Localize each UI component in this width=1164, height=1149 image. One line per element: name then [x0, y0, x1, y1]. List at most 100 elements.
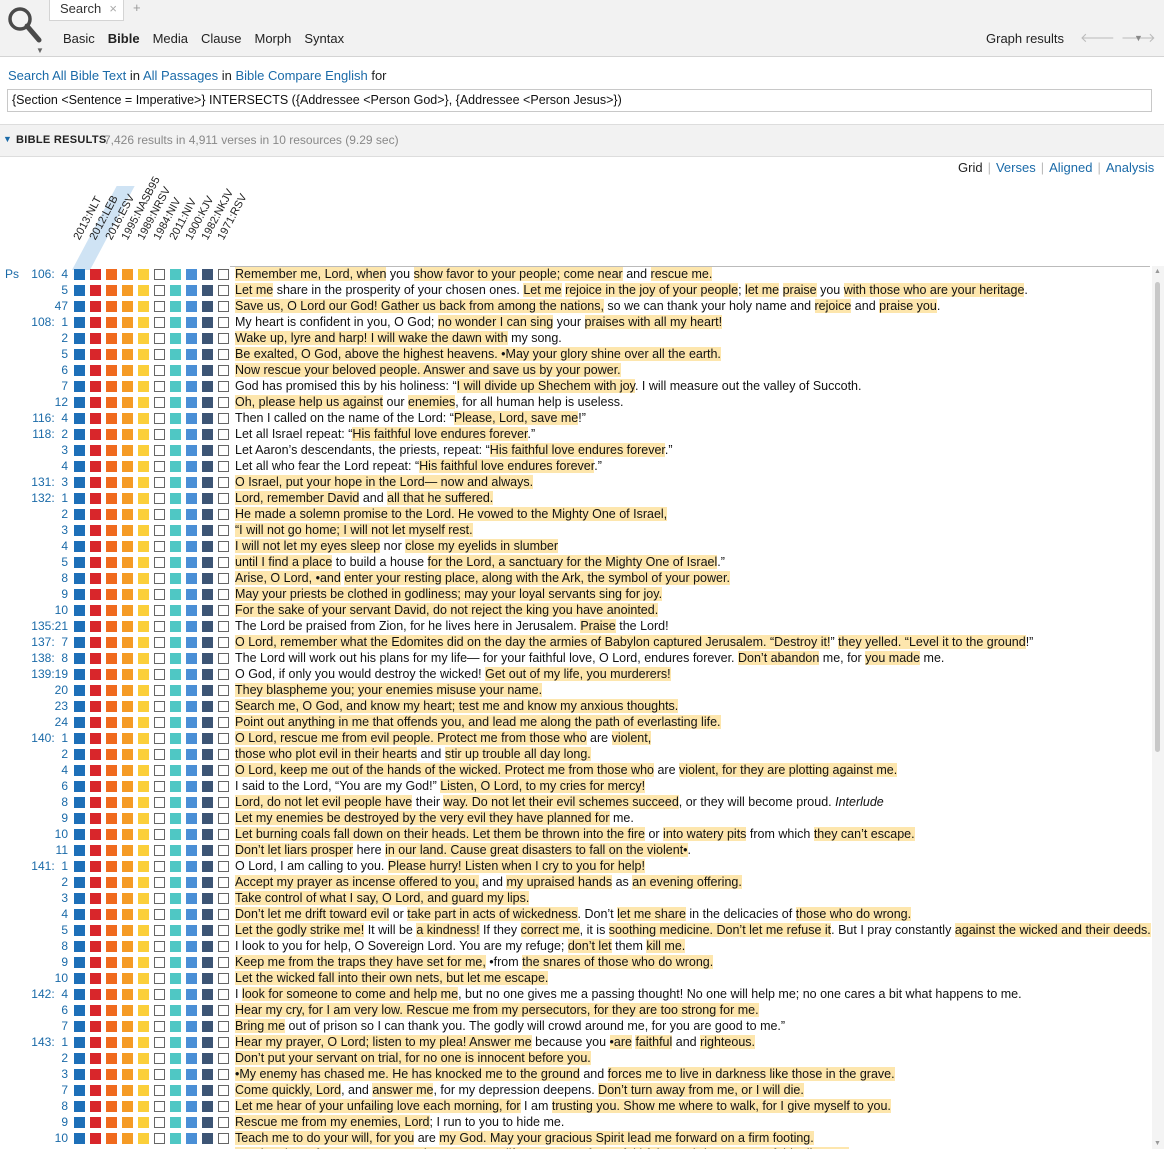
resource-hit-cell[interactable]: [154, 829, 165, 840]
verse-reference[interactable]: 131: 3: [20, 475, 68, 489]
results-title[interactable]: BIBLE RESULTS: [16, 134, 106, 146]
resource-hit-cell[interactable]: [154, 765, 165, 776]
scrollbar-thumb[interactable]: [1155, 282, 1160, 752]
resource-hit-cell[interactable]: [138, 317, 149, 328]
resource-hit-cell[interactable]: [218, 573, 229, 584]
resource-hit-cell[interactable]: [218, 365, 229, 376]
verse-row[interactable]: 3 Let Aaron’s descendants, the priests, r…: [0, 442, 1150, 458]
resource-hit-cell[interactable]: [90, 397, 101, 408]
graph-results-button[interactable]: Graph results: [986, 31, 1064, 46]
resource-hit-cell[interactable]: [218, 301, 229, 312]
resource-hit-cell[interactable]: [74, 333, 85, 344]
resource-hit-cell[interactable]: [154, 797, 165, 808]
verse-row[interactable]: 4 O Lord, keep me out of the hands of the…: [0, 762, 1150, 778]
resource-hit-cell[interactable]: [90, 877, 101, 888]
resource-hit-cell[interactable]: [202, 1101, 213, 1112]
resource-hit-cell[interactable]: [138, 957, 149, 968]
resource-hit-cell[interactable]: [202, 1037, 213, 1048]
resource-hit-cell[interactable]: [154, 349, 165, 360]
verse-row[interactable]: 10 Teach me to do your will, for you are …: [0, 1130, 1150, 1146]
resource-hit-cell[interactable]: [138, 1101, 149, 1112]
resource-hit-cell[interactable]: [202, 637, 213, 648]
resource-hit-cell[interactable]: [122, 989, 133, 1000]
resource-hit-cell[interactable]: [90, 701, 101, 712]
resource-hit-cell[interactable]: [154, 1021, 165, 1032]
verse-reference[interactable]: 4: [20, 539, 68, 553]
scroll-up-icon[interactable]: ▲: [1154, 268, 1161, 275]
resource-hit-cell[interactable]: [170, 1069, 181, 1080]
resource-hit-cell[interactable]: [218, 973, 229, 984]
resource-hit-cell[interactable]: [218, 813, 229, 824]
resource-hit-cell[interactable]: [186, 349, 197, 360]
resource-hit-cell[interactable]: [106, 765, 117, 776]
resource-hit-cell[interactable]: [74, 957, 85, 968]
verse-row[interactable]: 47 Save us, O Lord our God! Gather us bac…: [0, 298, 1150, 314]
resource-hit-cell[interactable]: [170, 285, 181, 296]
resource-hit-cell[interactable]: [138, 1069, 149, 1080]
resource-hit-cell[interactable]: [74, 269, 85, 280]
verse-reference[interactable]: 5: [20, 555, 68, 569]
resource-hit-cell[interactable]: [202, 381, 213, 392]
verse-row[interactable]: 138: 8 The Lord will work out his plans f…: [0, 650, 1150, 666]
resource-hit-cell[interactable]: [218, 877, 229, 888]
resource-hit-cell[interactable]: [186, 365, 197, 376]
resource-hit-cell[interactable]: [218, 381, 229, 392]
resource-hit-cell[interactable]: [170, 509, 181, 520]
resource-hit-cell[interactable]: [186, 989, 197, 1000]
resource-hit-cell[interactable]: [90, 845, 101, 856]
resource-hit-cell[interactable]: [74, 605, 85, 616]
resource-hit-cell[interactable]: [186, 973, 197, 984]
resource-hit-cell[interactable]: [170, 941, 181, 952]
verse-reference[interactable]: 23: [20, 699, 68, 713]
resource-hit-cell[interactable]: [74, 429, 85, 440]
resource-hit-cell[interactable]: [122, 701, 133, 712]
resource-hit-cell[interactable]: [122, 429, 133, 440]
resource-hit-cell[interactable]: [74, 797, 85, 808]
resource-hit-cell[interactable]: [186, 605, 197, 616]
resource-hit-cell[interactable]: [186, 925, 197, 936]
resource-hit-cell[interactable]: [138, 461, 149, 472]
resource-hit-cell[interactable]: [138, 669, 149, 680]
resource-hit-cell[interactable]: [202, 781, 213, 792]
resource-hit-cell[interactable]: [74, 749, 85, 760]
resource-hit-cell[interactable]: [170, 1117, 181, 1128]
verse-reference[interactable]: 142: 4: [20, 987, 68, 1001]
resource-hit-cell[interactable]: [202, 317, 213, 328]
resource-hit-cell[interactable]: [170, 957, 181, 968]
resource-hit-cell[interactable]: [218, 781, 229, 792]
resource-hit-cell[interactable]: [122, 461, 133, 472]
resource-hit-cell[interactable]: [122, 413, 133, 424]
resource-hit-cell[interactable]: [202, 893, 213, 904]
resource-hit-cell[interactable]: [154, 557, 165, 568]
resource-hit-cell[interactable]: [74, 717, 85, 728]
resource-hit-cell[interactable]: [74, 941, 85, 952]
resource-hit-cell[interactable]: [106, 413, 117, 424]
resource-hit-cell[interactable]: [202, 333, 213, 344]
resource-hit-cell[interactable]: [90, 1037, 101, 1048]
verse-row[interactable]: 5 Be exalted, O God, above the highest he…: [0, 346, 1150, 362]
resource-hit-cell[interactable]: [74, 925, 85, 936]
resource-hit-cell[interactable]: [218, 413, 229, 424]
resource-hit-cell[interactable]: [154, 445, 165, 456]
resource-hit-cell[interactable]: [154, 333, 165, 344]
resource-hit-cell[interactable]: [202, 1069, 213, 1080]
resource-hit-cell[interactable]: [122, 509, 133, 520]
verse-row[interactable]: 9 May your priests be clothed in godlines…: [0, 586, 1150, 602]
resource-hit-cell[interactable]: [138, 1021, 149, 1032]
resource-hit-cell[interactable]: [186, 333, 197, 344]
resource-hit-cell[interactable]: [202, 493, 213, 504]
verse-row[interactable]: Ps 106: 4 Remember me, Lord, when you show…: [0, 266, 1150, 282]
resource-hit-cell[interactable]: [106, 509, 117, 520]
verse-reference[interactable]: 140: 1: [20, 731, 68, 745]
resource-hit-cell[interactable]: [154, 429, 165, 440]
resource-hit-cell[interactable]: [90, 573, 101, 584]
resource-hit-cell[interactable]: [186, 669, 197, 680]
resource-hit-cell[interactable]: [186, 413, 197, 424]
resource-hit-cell[interactable]: [218, 957, 229, 968]
resource-hit-cell[interactable]: [122, 493, 133, 504]
resource-hit-cell[interactable]: [218, 509, 229, 520]
resource-hit-cell[interactable]: [154, 941, 165, 952]
resource-hit-cell[interactable]: [106, 541, 117, 552]
resource-hit-cell[interactable]: [90, 1005, 101, 1016]
resource-hit-cell[interactable]: [154, 685, 165, 696]
